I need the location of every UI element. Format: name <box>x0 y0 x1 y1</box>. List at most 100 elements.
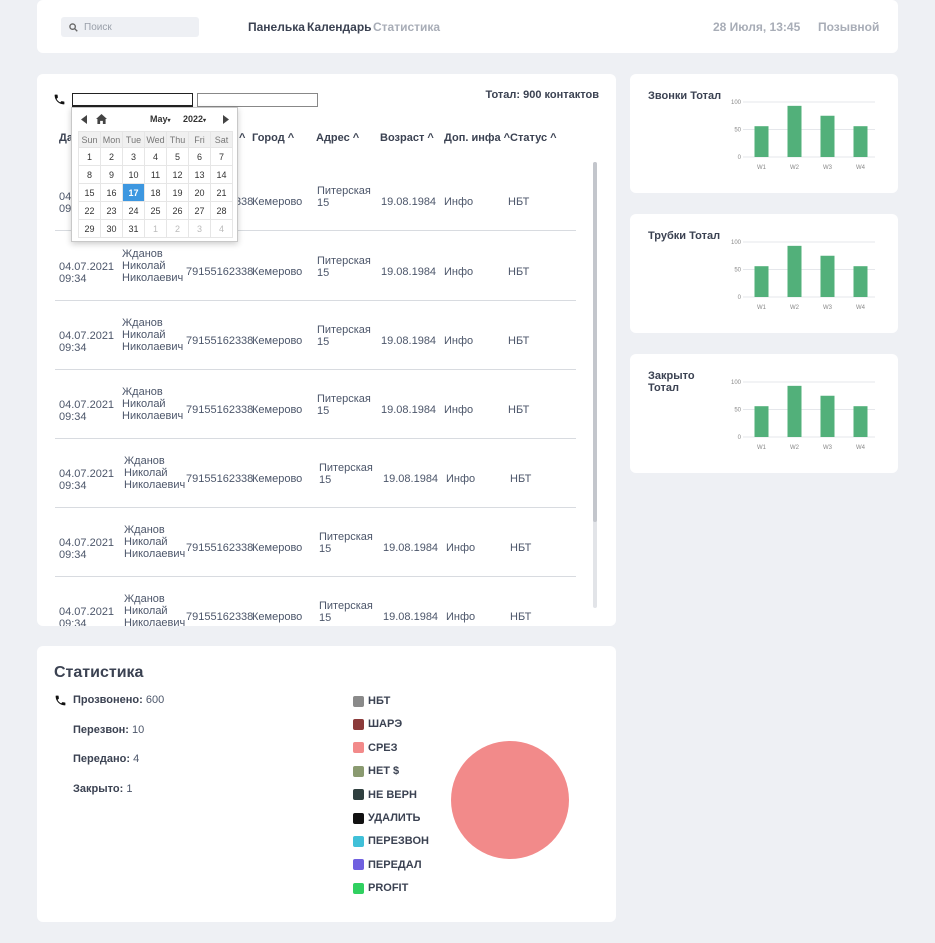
calendar-day[interactable]: 31 <box>122 219 145 238</box>
legend-swatch <box>353 789 364 801</box>
calendar-day[interactable]: 28 <box>210 201 233 220</box>
calendar-day[interactable]: 29 <box>78 219 101 238</box>
legend-item[interactable]: ПЕРЕДАЛ <box>353 859 422 871</box>
legend-item[interactable]: ШАРЭ <box>353 718 402 730</box>
cell-info: Инфо <box>444 335 474 347</box>
nav-calendar[interactable]: Календарь <box>307 20 372 34</box>
prev-month-icon[interactable] <box>81 115 88 124</box>
calendar-day[interactable]: 4 <box>210 219 233 238</box>
table-row[interactable]: 04.07.202109:34 ЖдановНиколайНиколаевич79… <box>55 577 576 626</box>
month-select[interactable]: May▾ <box>150 114 171 124</box>
bar <box>787 385 802 437</box>
calendar-day[interactable]: 26 <box>166 201 189 220</box>
legend-label: ПЕРЕЗВОН <box>368 835 429 848</box>
calendar-day[interactable]: 14 <box>210 165 233 184</box>
calendar-day[interactable]: 21 <box>210 183 233 202</box>
legend-label: PROFIT <box>368 882 409 895</box>
calendar-day[interactable]: 12 <box>166 165 189 184</box>
legend-label: НЕ ВЕРН <box>368 788 417 801</box>
y-tick-label: 0 <box>738 435 742 441</box>
calendar-day[interactable]: 17 <box>122 183 145 202</box>
y-tick-label: 0 <box>738 155 742 161</box>
col-info[interactable]: Доп. инфа ^ <box>444 132 510 144</box>
table-row[interactable]: 04.07.202109:34 ЖдановНиколайНиколаевич79… <box>55 508 576 577</box>
cell-date: 04.07.2021 <box>59 261 115 273</box>
col-age[interactable]: Возраст ^ <box>380 132 434 144</box>
x-tick-label: W3 <box>823 445 833 451</box>
calendar-day[interactable]: 6 <box>188 147 211 166</box>
calendar-day[interactable]: 4 <box>144 147 167 166</box>
calendar-day[interactable]: 23 <box>100 201 123 220</box>
date-to-input[interactable] <box>197 93 318 107</box>
statistics-card: Статистика Прозвонено: 600 Перезвон: 10 … <box>37 646 616 922</box>
calendar-day[interactable]: 1 <box>144 219 167 238</box>
col-phone[interactable]: ^ <box>239 132 245 144</box>
calendar-day[interactable]: 5 <box>166 147 189 166</box>
cell-info: Инфо <box>444 266 474 278</box>
legend-item[interactable]: УДАЛИТЬ <box>353 812 420 824</box>
y-tick-label: 50 <box>734 408 741 414</box>
calendar-day[interactable]: 8 <box>78 165 101 184</box>
year-select[interactable]: 2022▾ <box>183 114 206 124</box>
cell-phone: 79155162338 <box>186 404 254 416</box>
callsign-link[interactable]: Позывной <box>818 20 879 34</box>
legend-item[interactable]: ПЕРЕЗВОН <box>353 835 429 847</box>
next-month-icon[interactable] <box>222 115 229 124</box>
cell-date: 04.07.2021 <box>59 330 115 342</box>
cell-address-num: 15 <box>317 197 330 209</box>
cell-address-num: 15 <box>317 267 330 279</box>
bar <box>853 406 868 437</box>
legend-label: ШАРЭ <box>368 718 403 731</box>
col-address[interactable]: Адрес ^ <box>316 132 359 144</box>
calendar-day[interactable]: 19 <box>166 183 189 202</box>
calendar-day[interactable]: 3 <box>188 219 211 238</box>
legend-item[interactable]: НБТ <box>353 695 390 707</box>
legend-item[interactable]: НЕ ВЕРН <box>353 789 417 801</box>
calendar-day[interactable]: 2 <box>100 147 123 166</box>
calendar-day[interactable]: 10 <box>122 165 145 184</box>
month-value: May <box>150 114 168 124</box>
tubes-total-chart: 0 50 100 W1 W2 W3 W4 <box>731 240 875 311</box>
col-status[interactable]: Статус ^ <box>510 132 557 144</box>
calendar-day[interactable]: 24 <box>122 201 145 220</box>
legend-item[interactable]: НЕТ $ <box>353 765 399 777</box>
stat-value: 4 <box>133 753 140 765</box>
calendar-day[interactable]: 13 <box>188 165 211 184</box>
legend-item[interactable]: СРЕЗ <box>353 742 398 754</box>
calendar-day[interactable]: 11 <box>144 165 167 184</box>
col-city[interactable]: Город ^ <box>252 132 294 144</box>
cell-age: 19.08.1984 <box>381 335 437 347</box>
cell-name-middle: Николаевич <box>122 341 184 353</box>
calendar-day[interactable]: 3 <box>122 147 145 166</box>
calendar-day[interactable]: 20 <box>188 183 211 202</box>
calendar-day[interactable]: 18 <box>144 183 167 202</box>
date-from-input[interactable] <box>72 93 193 107</box>
table-row[interactable]: 04.07.202109:34 ЖдановНиколайНиколаевич79… <box>55 439 576 508</box>
home-icon[interactable] <box>96 114 107 124</box>
table-row[interactable]: 04.07.202109:34 ЖдановНиколайНиколаевич79… <box>55 301 576 370</box>
legend-item[interactable]: PROFIT <box>353 882 408 894</box>
table-row[interactable]: 04.07.202109:34 ЖдановНиколайНиколаевич79… <box>55 232 576 301</box>
calendar-day[interactable]: 30 <box>100 219 123 238</box>
calendar-day[interactable]: 1 <box>78 147 101 166</box>
calendar-day[interactable]: 22 <box>78 201 101 220</box>
stat-label: Прозвонено: <box>73 694 143 706</box>
bar <box>787 105 802 157</box>
calendar-day[interactable]: 2 <box>166 219 189 238</box>
calendar-day[interactable]: 7 <box>210 147 233 166</box>
cell-status: НБТ <box>508 196 530 208</box>
calendar-day[interactable]: 9 <box>100 165 123 184</box>
scrollbar-thumb[interactable] <box>593 162 597 522</box>
calendar-day[interactable]: 25 <box>144 201 167 220</box>
nav-panel[interactable]: Панелька <box>248 20 305 34</box>
calendar-day[interactable]: 15 <box>78 183 101 202</box>
search-input[interactable]: Поиск <box>61 17 199 37</box>
table-row[interactable]: 04.07.202109:34 ЖдановНиколайНиколаевич79… <box>55 370 576 439</box>
nav-statistics[interactable]: Статистика <box>373 20 440 34</box>
calendar-day[interactable]: 16 <box>100 183 123 202</box>
pie-slice-srez <box>451 741 569 859</box>
cell-name-first: Николай <box>124 605 168 617</box>
cell-time: 09:34 <box>59 411 87 423</box>
calendar-day[interactable]: 27 <box>188 201 211 220</box>
cell-name-last: Жданов <box>124 524 165 536</box>
